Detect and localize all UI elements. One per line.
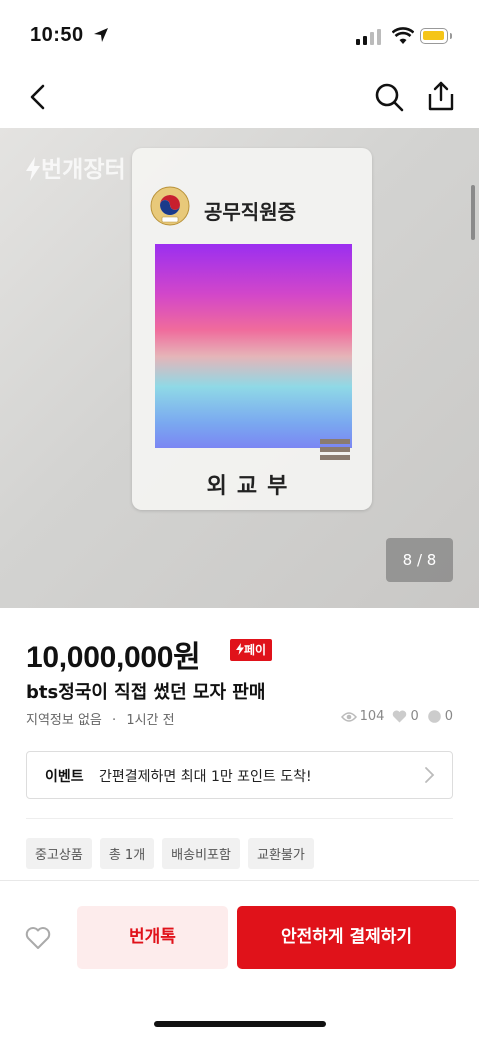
chat-count: 0	[427, 709, 453, 724]
censor-overlay	[155, 244, 352, 448]
watermark-text: 번개장터	[41, 157, 126, 183]
nav-bar	[0, 70, 479, 128]
product-meta: 지역정보 없음 · 1시간 전	[26, 709, 175, 728]
view-count-value: 104	[359, 709, 385, 724]
status-bar: 10:50	[0, 0, 479, 70]
price: 10,000,000원	[26, 641, 201, 674]
card-department: 외교부	[206, 474, 298, 499]
card-title: 공무직원증	[204, 200, 296, 224]
chevron-right-icon	[425, 767, 435, 783]
event-label: 이벤트	[45, 769, 84, 785]
tag-condition: 중고상품	[26, 838, 92, 869]
location-arrow-icon	[94, 28, 108, 42]
wifi-icon	[392, 27, 414, 44]
view-count: 104	[340, 709, 385, 724]
watermark: 번개장터	[25, 150, 126, 184]
product-title: bts정국이 직접 썼던 모자 판매	[26, 682, 266, 703]
like-count: 0	[392, 709, 419, 724]
heart-icon	[393, 710, 407, 723]
government-emblem-icon	[150, 186, 190, 226]
location-text: 지역정보 없음	[26, 713, 102, 728]
chat-button[interactable]: 번개톡	[77, 906, 228, 969]
bolt-icon	[26, 157, 40, 181]
pay-badge: 페이	[230, 639, 273, 661]
tag-shipping: 배송비포함	[162, 838, 240, 869]
chat-count-value: 0	[444, 709, 453, 724]
battery-icon	[420, 28, 448, 44]
tag-quantity: 총 1개	[99, 838, 155, 869]
chat-bubble-icon	[427, 709, 441, 723]
share-icon[interactable]	[426, 80, 456, 112]
heart-icon[interactable]	[25, 925, 51, 951]
safe-pay-button[interactable]: 안전하게 결제하기	[237, 906, 456, 969]
status-time: 10:50	[30, 24, 84, 46]
like-count-value: 0	[410, 709, 419, 724]
back-icon[interactable]	[24, 82, 54, 112]
card-stripes	[320, 439, 350, 463]
signal-icon	[356, 29, 381, 45]
pay-badge-label: 페이	[244, 643, 267, 657]
tag-exchange: 교환불가	[247, 838, 314, 869]
eye-icon	[340, 711, 357, 722]
home-indicator[interactable]	[154, 1021, 326, 1027]
event-text: 간편결제하면 최대 1만 포인트 도착!	[99, 769, 312, 785]
meta-separator: ·	[112, 713, 117, 728]
search-icon[interactable]	[374, 82, 404, 112]
product-stats: 104 0 0	[340, 709, 453, 724]
bottom-bar-divider	[0, 880, 479, 881]
posted-time: 1시간 전	[126, 713, 175, 728]
product-tags: 중고상품 총 1개 배송비포함 교환불가	[26, 838, 314, 869]
product-photo[interactable]: 번개장터 공무직원증 외교부 8 / 8	[0, 128, 479, 608]
section-divider	[26, 818, 453, 819]
id-card: 공무직원증 외교부	[132, 148, 372, 510]
scrollbar[interactable]	[471, 185, 475, 240]
page-indicator: 8 / 8	[386, 538, 453, 582]
battery-tip	[450, 33, 452, 39]
bolt-icon	[236, 643, 244, 655]
event-banner[interactable]: 이벤트 간편결제하면 최대 1만 포인트 도착!	[26, 751, 453, 799]
